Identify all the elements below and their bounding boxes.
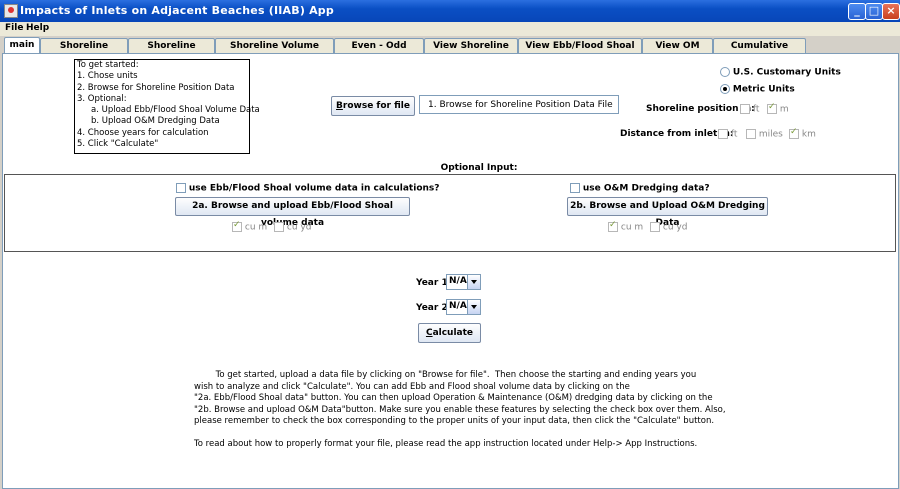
help-line: To read about how to properly format you… [194,438,698,449]
dredge-cum-checkbox[interactable] [608,220,618,232]
shoreline-ft-checkbox[interactable] [740,104,750,114]
tab-view-om-data[interactable]: View OM Data [642,38,713,65]
instructions-box: To get started: 1. Chose units 2. Browse… [74,59,260,154]
upload-shoal-volume-button[interactable]: 2a. Browse and upload Ebb/Flood Shoal vo… [175,197,410,228]
help-line: "2a. Ebb/Flood Shoal data" button. You c… [194,393,713,403]
instruction-line: a. Upload Ebb/Flood Shoal Volume Data [91,105,260,116]
close-button[interactable]: × [882,3,900,20]
tab-shoreline-position[interactable]: Shoreline Position [40,38,128,65]
us-units-radio[interactable] [720,67,730,77]
tab-bar: main Shoreline Position Shoreline Change… [0,37,900,65]
shoal-cum-option[interactable]: cu m [232,220,267,233]
optional-input-heading: Optional Input: [440,163,518,173]
window-title: Impacts of Inlets on Adjacent Beaches (I… [20,4,334,17]
dredge-cuyd-option[interactable]: cu yd [650,222,687,233]
distance-ft-checkbox[interactable] [718,129,728,139]
menu-bar: File Help [0,22,900,36]
shoal-cuyd-checkbox[interactable] [274,222,284,232]
calculate-button[interactable]: Calculate [418,323,481,343]
tab-shoreline-volume-change[interactable]: Shoreline Volume Change [215,38,334,65]
minimize-button[interactable]: _ [848,3,866,20]
instruction-line: 3. Optional: [77,93,127,104]
instruction-line: 4. Choose years for calculation [77,127,209,138]
title-bar: Impacts of Inlets on Adjacent Beaches (I… [0,0,900,22]
distance-ft-option[interactable]: ft [718,129,737,140]
instruction-line: To get started: [77,60,139,70]
dredging-option[interactable]: use O&M Dredging data? [570,183,710,194]
chevron-down-icon[interactable] [467,275,480,289]
help-line: "2b. Browse and upload O&M Data"button. … [194,404,726,415]
year2-label: Year 2 [416,303,448,313]
dredge-cum-option[interactable]: cu m [608,220,643,233]
tab-main[interactable]: main [4,37,40,54]
help-line: please remember to check the box corresp… [194,416,715,426]
tab-view-shoreline-data[interactable]: View Shoreline Data [424,38,518,65]
instruction-line: b. Upload O&M Dredging Data [91,116,220,127]
distance-miles-option[interactable]: miles [746,129,783,140]
dredging-checkbox[interactable] [570,183,580,193]
app-icon [4,4,18,18]
dredge-cuyd-checkbox[interactable] [650,222,660,232]
tab-view-ebb-flood-shoal-data[interactable]: View Ebb/Flood Shoal Data [518,38,642,65]
browse-file-button[interactable]: Browse for file [331,96,415,116]
tab-cumulative-volume[interactable]: Cumulative Volume [713,38,806,65]
metric-units-radio[interactable] [720,84,730,94]
upload-dredging-button[interactable]: 2b. Browse and Upload O&M Dredging Data [567,197,768,228]
instruction-line: 1. Chose units [77,71,138,82]
shoal-volume-checkbox[interactable] [176,183,186,193]
distance-km-checkbox[interactable] [789,127,799,139]
maximize-button[interactable]: □ [865,3,883,20]
distance-from-inlet-label: Distance from inlet in: [620,129,734,139]
file-path-field[interactable]: 1. Browse for Shoreline Position Data Fi… [419,95,619,114]
year1-label: Year 1 [416,278,448,288]
tab-shoreline-change[interactable]: Shoreline Change [128,38,215,65]
shoal-cuyd-option[interactable]: cu yd [274,222,311,233]
us-units-option[interactable]: U.S. Customary Units [720,67,841,78]
shoal-volume-option[interactable]: use Ebb/Flood Shoal volume data in calcu… [176,183,440,194]
help-line: wish to analyze and click "Calculate". Y… [194,381,630,392]
shoreline-ft-option[interactable]: ft [740,104,759,115]
menu-help[interactable]: Help [26,23,49,33]
instruction-line: 5. Click "Calculate" [77,139,159,150]
menu-file[interactable]: File [5,23,23,33]
metric-units-option[interactable]: Metric Units [720,84,795,95]
year1-select[interactable]: N/A [446,274,481,290]
year2-select[interactable]: N/A [446,299,481,315]
distance-miles-checkbox[interactable] [746,129,756,139]
tab-even-odd-charts[interactable]: Even - Odd Charts [334,38,424,65]
shoal-cum-checkbox[interactable] [232,220,242,232]
help-text: To get started, upload a data file by cl… [194,370,726,450]
distance-km-option[interactable]: km [789,127,816,140]
shoreline-position-label: Shoreline position in: [646,104,755,114]
chevron-down-icon[interactable] [467,300,480,314]
help-line: To get started, upload a data file by cl… [194,370,697,380]
instruction-line: 2. Browse for Shoreline Position Data [77,82,235,93]
shoreline-m-checkbox[interactable] [767,102,777,114]
shoreline-m-option[interactable]: m [767,102,789,115]
